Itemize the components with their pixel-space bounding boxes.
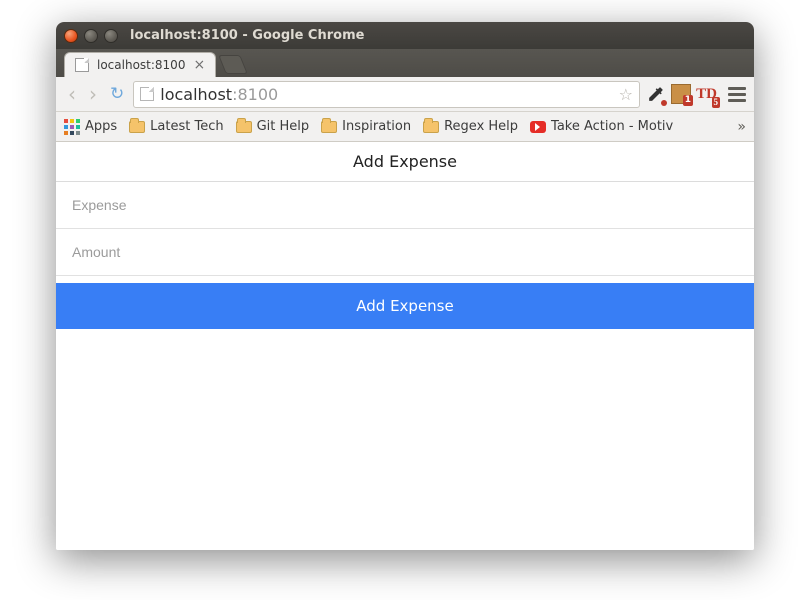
amount-field-row xyxy=(56,229,754,276)
bookmark-folder[interactable]: Inspiration xyxy=(321,119,411,134)
new-tab-button[interactable] xyxy=(218,55,248,74)
browser-window: localhost:8100 - Google Chrome localhost… xyxy=(56,22,754,550)
address-bar[interactable]: localhost:8100 ☆ xyxy=(133,81,640,108)
expense-input[interactable] xyxy=(72,197,738,213)
reload-button[interactable]: ↻ xyxy=(106,84,128,104)
window-minimize-button[interactable] xyxy=(84,29,98,43)
package-extension-icon[interactable]: 1 xyxy=(671,84,691,104)
folder-icon xyxy=(129,121,145,133)
bookmark-label: Regex Help xyxy=(444,119,518,134)
todo-extension-icon[interactable]: TD 5 xyxy=(696,84,717,105)
tab-strip: localhost:8100 × xyxy=(56,49,754,77)
bookmark-label: Inspiration xyxy=(342,119,411,134)
page-icon xyxy=(140,87,154,101)
bookmark-label: Latest Tech xyxy=(150,119,223,134)
apps-icon xyxy=(64,119,80,135)
folder-icon xyxy=(236,121,252,133)
page-icon xyxy=(75,58,89,72)
url-text: localhost:8100 xyxy=(160,85,278,104)
bookmark-star-icon[interactable]: ☆ xyxy=(619,85,633,104)
window-maximize-button[interactable] xyxy=(104,29,118,43)
window-titlebar: localhost:8100 - Google Chrome xyxy=(56,22,754,49)
bookmark-folder[interactable]: Latest Tech xyxy=(129,119,223,134)
bookmarks-bar: Apps Latest Tech Git Help Inspiration Re… xyxy=(56,112,754,142)
chrome-menu-button[interactable] xyxy=(728,87,746,102)
bookmark-item[interactable]: Take Action - Motiv xyxy=(530,119,673,134)
window-close-button[interactable] xyxy=(64,29,78,43)
extension-badge: 5 xyxy=(712,97,721,108)
browser-toolbar: ‹ › ↻ localhost:8100 ☆ 1 TD 5 xyxy=(56,77,754,112)
apps-label: Apps xyxy=(85,119,117,134)
forward-button[interactable]: › xyxy=(85,82,101,106)
app-header: Add Expense xyxy=(56,142,754,182)
folder-icon xyxy=(423,121,439,133)
youtube-icon xyxy=(530,121,546,133)
url-host: localhost xyxy=(160,85,232,104)
amount-input[interactable] xyxy=(72,244,738,260)
bookmark-label: Git Help xyxy=(257,119,310,134)
bookmark-folder[interactable]: Git Help xyxy=(236,119,310,134)
folder-icon xyxy=(321,121,337,133)
spacer xyxy=(56,276,754,283)
window-title: localhost:8100 - Google Chrome xyxy=(130,28,364,43)
add-expense-button[interactable]: Add Expense xyxy=(56,283,754,329)
add-expense-button-label: Add Expense xyxy=(356,297,453,315)
color-picker-extension-icon[interactable] xyxy=(645,84,666,105)
apps-shortcut[interactable]: Apps xyxy=(64,119,117,135)
expense-field-row xyxy=(56,182,754,229)
page-viewport: Add Expense Add Expense xyxy=(56,142,754,550)
back-button[interactable]: ‹ xyxy=(64,82,80,106)
close-tab-icon[interactable]: × xyxy=(193,58,205,72)
bookmark-label: Take Action - Motiv xyxy=(551,119,673,134)
extension-badge: 1 xyxy=(683,95,693,106)
browser-tab[interactable]: localhost:8100 × xyxy=(64,52,216,77)
bookmarks-overflow-button[interactable]: » xyxy=(737,119,746,135)
url-rest: :8100 xyxy=(232,85,278,104)
tab-title: localhost:8100 xyxy=(97,58,185,72)
page-title: Add Expense xyxy=(353,152,457,171)
bookmark-folder[interactable]: Regex Help xyxy=(423,119,518,134)
